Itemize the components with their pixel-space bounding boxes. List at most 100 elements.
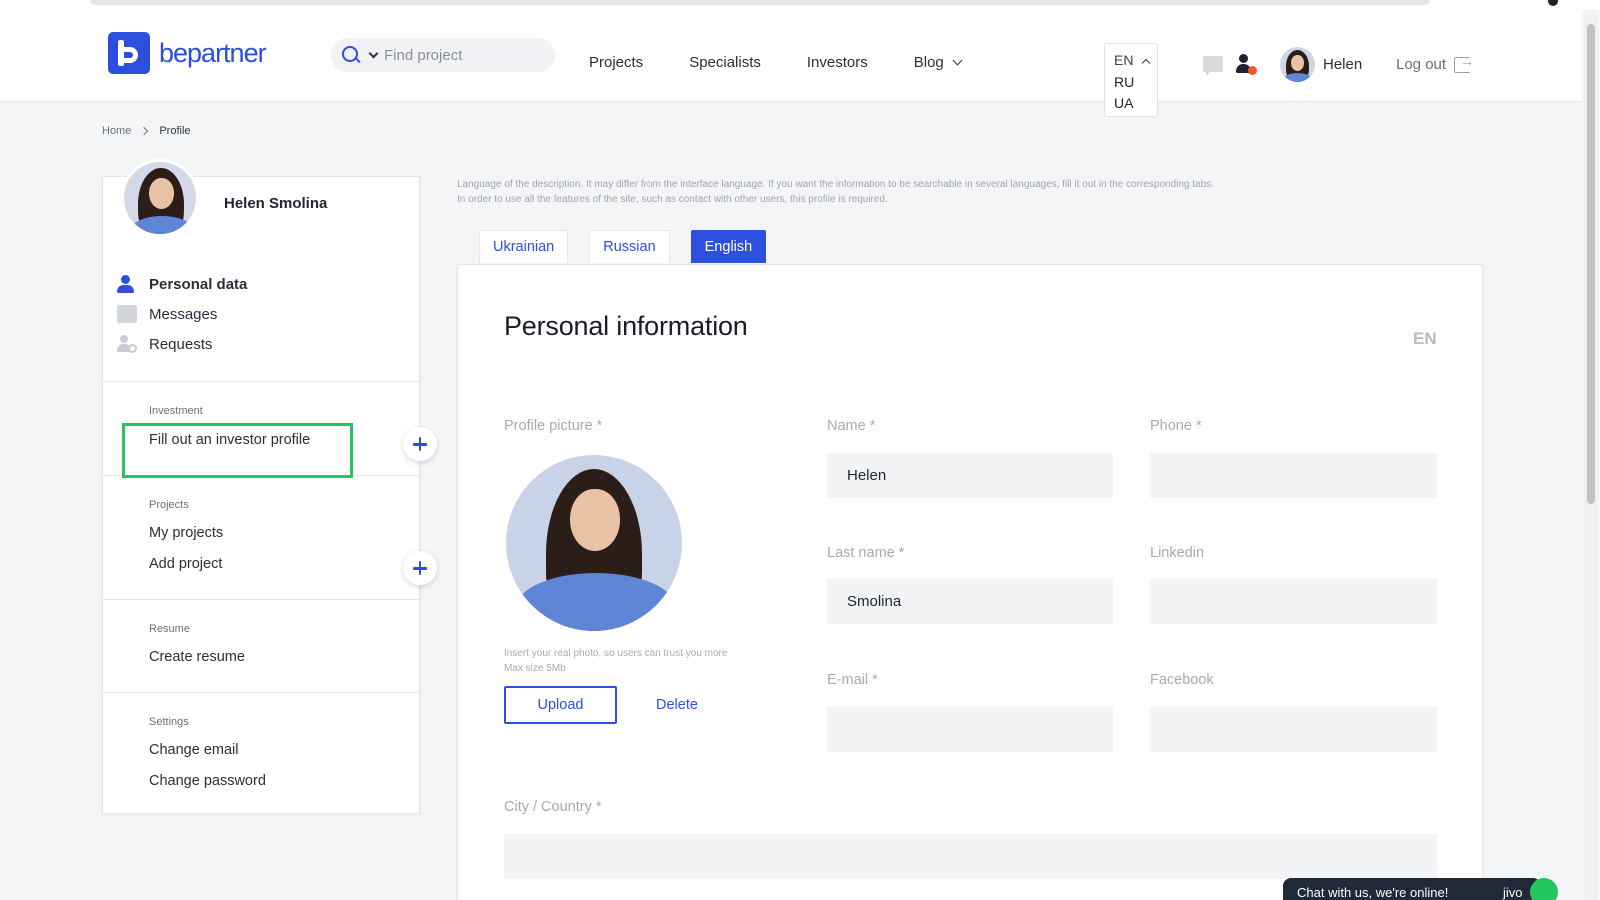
sidebar-item-messages[interactable]: Messages <box>117 305 217 323</box>
section-label-projects: Projects <box>149 499 189 511</box>
tab-ukrainian[interactable]: Ukrainian <box>479 230 569 263</box>
logout-label: Log out <box>1396 56 1447 73</box>
chevron-right-icon <box>140 126 149 136</box>
logo-text: bepartner <box>159 37 267 68</box>
scrollbar-thumb[interactable] <box>1587 24 1595 504</box>
notification-dot <box>1248 66 1257 75</box>
page-scrollbar[interactable] <box>1584 10 1598 900</box>
tab-english[interactable]: English <box>690 230 767 263</box>
photo-hint-line-2: Max size 5Mb <box>504 663 566 674</box>
hint-line-2: In order to use all the features of the … <box>457 194 888 205</box>
city-country-label: City / Country * <box>504 799 602 815</box>
my-projects-link[interactable]: My projects <box>149 525 223 541</box>
divider <box>103 692 419 693</box>
linkedin-label: Linkedin <box>1150 545 1205 561</box>
chevron-down-icon <box>952 55 963 66</box>
sidebar-item-requests[interactable]: Requests <box>117 335 212 353</box>
messages-icon[interactable] <box>1203 56 1223 76</box>
facebook-label: Facebook <box>1150 672 1214 688</box>
requests-icon[interactable] <box>1236 54 1258 76</box>
message-icon <box>117 305 137 323</box>
nav-blog[interactable]: Blog <box>913 54 963 71</box>
logout-icon <box>1454 53 1474 73</box>
chat-widget[interactable]: Chat with us, we're online! jivo <box>1283 878 1541 900</box>
nav-projects[interactable]: Projects <box>589 54 643 71</box>
language-tabs: Ukrainian Russian English <box>479 230 767 263</box>
requests-icon <box>117 335 137 353</box>
last-name-label: Last name * <box>827 545 905 561</box>
name-label: Name * <box>827 418 876 434</box>
change-email-link[interactable]: Change email <box>149 742 238 758</box>
add-project-link[interactable]: Add project <box>149 556 222 572</box>
photo-hint: Insert your real photo, so users can tru… <box>504 646 727 676</box>
phone-label: Phone * <box>1150 418 1202 434</box>
delete-photo-link[interactable]: Delete <box>656 697 698 713</box>
sidebar-item-label: Personal data <box>149 275 248 293</box>
profile-photo <box>506 455 682 631</box>
language-current-label: EN <box>1114 52 1134 68</box>
section-label-resume: Resume <box>149 623 190 635</box>
nav-investors[interactable]: Investors <box>807 54 868 71</box>
section-label-investment: Investment <box>149 405 203 417</box>
breadcrumb: Home Profile <box>102 125 191 137</box>
page-title: Personal information <box>504 311 748 341</box>
profile-picture-label: Profile picture * <box>504 418 603 434</box>
search-icon[interactable] <box>341 45 361 65</box>
photo-hint-line-1: Insert your real photo, so users can tru… <box>504 648 728 659</box>
divider <box>103 381 419 382</box>
create-resume-link[interactable]: Create resume <box>149 649 245 665</box>
profile-sidebar: Helen Smolina Personal data Messages Req… <box>102 159 437 814</box>
logout-link[interactable]: Log out <box>1396 53 1474 74</box>
upload-button[interactable]: Upload <box>504 686 617 724</box>
language-dropdown[interactable]: EN RU UA <box>1104 43 1158 117</box>
search-input[interactable] <box>384 46 534 64</box>
tab-russian[interactable]: Russian <box>589 230 670 263</box>
hint-line-1: Language of the description. It may diff… <box>457 179 1214 190</box>
profile-avatar <box>121 159 199 237</box>
site-header: bepartner Projects Specialists Investors… <box>0 10 1582 117</box>
nav-blog-label: Blog <box>913 54 944 71</box>
dot-icon <box>1548 0 1558 6</box>
search-box[interactable] <box>331 38 555 72</box>
divider <box>103 599 419 600</box>
nav-specialists[interactable]: Specialists <box>689 54 761 71</box>
sidebar-item-personal-data[interactable]: Personal data <box>117 275 247 293</box>
phone-field[interactable] <box>1150 453 1437 498</box>
breadcrumb-home[interactable]: Home <box>102 125 131 137</box>
language-badge: EN <box>1413 329 1437 348</box>
facebook-field[interactable] <box>1150 707 1437 752</box>
name-field[interactable] <box>827 453 1113 498</box>
sidebar-item-label: Messages <box>149 305 218 323</box>
chat-text: Chat with us, we're online! <box>1297 885 1449 900</box>
language-option-ua[interactable]: UA <box>1114 93 1157 115</box>
breadcrumb-current: Profile <box>159 125 191 137</box>
language-option-ru[interactable]: RU <box>1114 72 1157 94</box>
city-country-field[interactable] <box>504 834 1437 879</box>
logo[interactable]: bepartner <box>108 32 267 74</box>
chat-bubble-icon[interactable] <box>1530 878 1558 900</box>
person-icon <box>117 275 137 293</box>
personal-info-card: Personal information EN Profile picture … <box>457 264 1483 900</box>
add-project-button[interactable] <box>403 551 437 585</box>
chevron-up-icon <box>1142 58 1151 67</box>
profile-name: Helen Smolina <box>224 195 328 212</box>
divider <box>103 475 419 476</box>
fill-investor-profile-link[interactable]: Fill out an investor profile <box>149 432 310 448</box>
top-bar <box>90 0 1430 5</box>
linkedin-field[interactable] <box>1150 579 1437 624</box>
email-label: E-mail * <box>827 672 878 688</box>
avatar[interactable] <box>1280 47 1315 82</box>
last-name-field[interactable] <box>827 579 1113 624</box>
chevron-down-icon[interactable] <box>368 48 379 58</box>
email-field[interactable] <box>827 707 1113 752</box>
change-password-link[interactable]: Change password <box>149 773 266 789</box>
browser-top-strip <box>0 0 1600 10</box>
language-hint: Language of the description. It may diff… <box>457 177 1347 207</box>
main-nav: Projects Specialists Investors Blog <box>589 54 963 71</box>
user-name[interactable]: Helen <box>1323 56 1362 73</box>
sidebar-item-label: Requests <box>149 335 213 353</box>
chat-brand: jivo <box>1503 885 1523 900</box>
add-investor-profile-button[interactable] <box>403 427 437 461</box>
language-current[interactable]: EN <box>1114 50 1157 72</box>
logo-mark-icon <box>108 32 150 74</box>
